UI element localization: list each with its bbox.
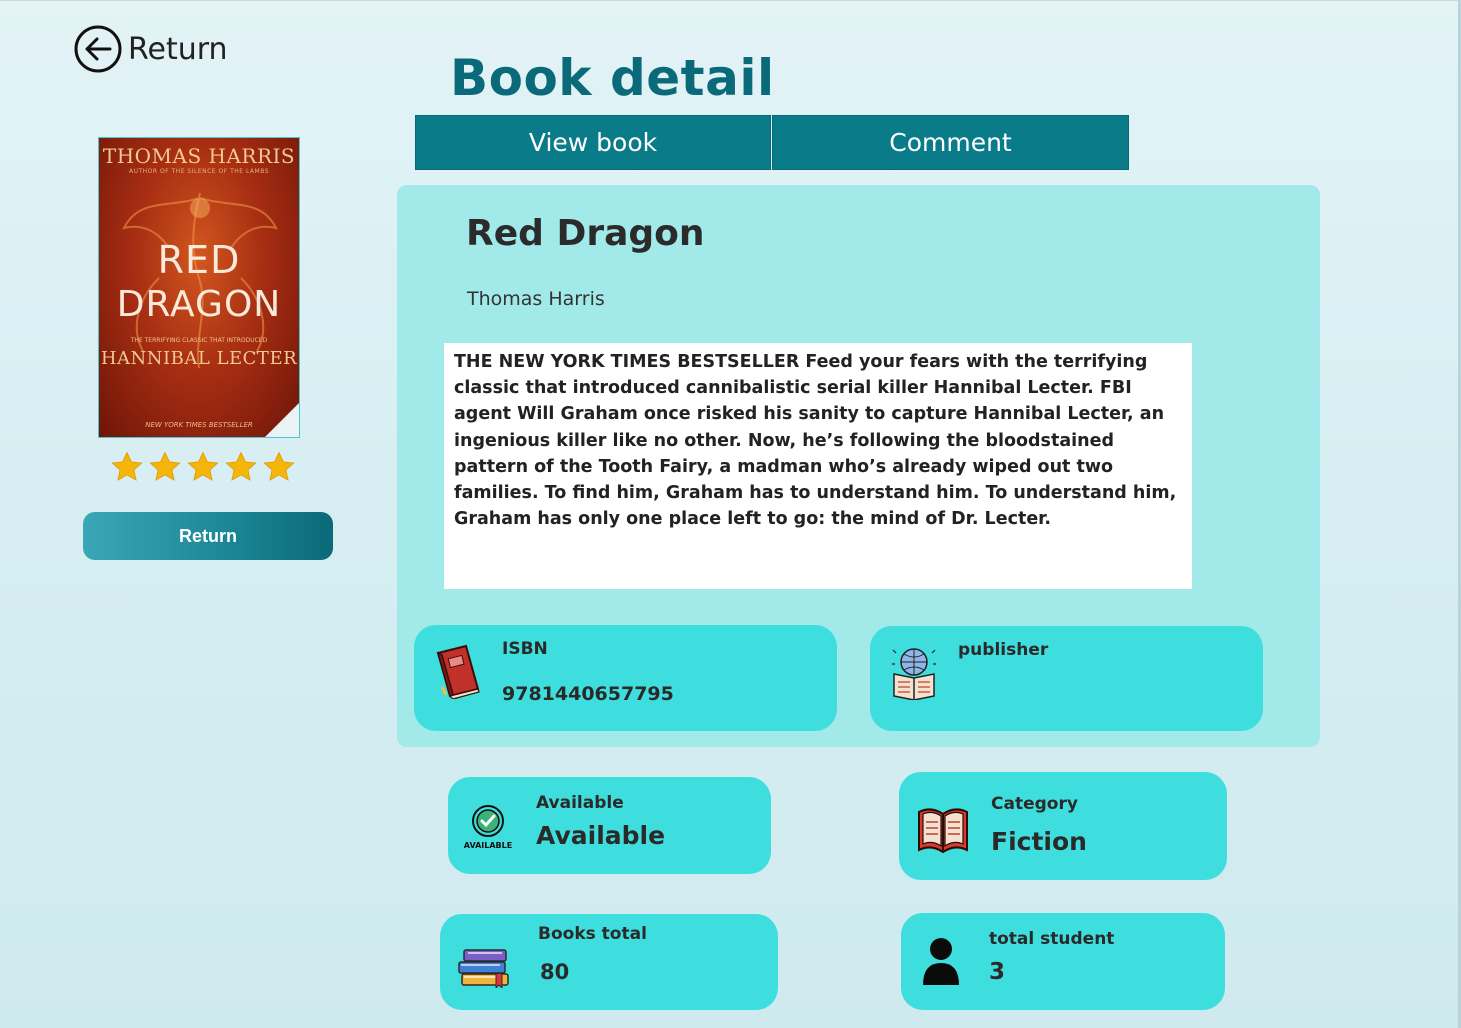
star-icon (111, 451, 143, 481)
svg-text:AVAILABLE: AVAILABLE (464, 841, 512, 850)
red-book-icon (436, 644, 480, 699)
star-rating (110, 450, 296, 484)
isbn-card: ISBN 9781440657795 (414, 625, 837, 731)
open-book-icon (918, 808, 968, 854)
tab-comment[interactable]: Comment (772, 115, 1129, 170)
availability-value: Available (536, 821, 666, 850)
cover-author: THOMAS HARRIS (102, 144, 296, 168)
book-cover-image: THOMAS HARRIS AUTHOR OF THE SILENCE OF T… (98, 137, 300, 438)
cover-subtitle: HANNIBAL LECTER (100, 348, 298, 369)
books-total-value: 80 (540, 960, 570, 984)
books-total-label: Books total (538, 924, 647, 944)
book-title: Red Dragon (466, 213, 705, 254)
cover-title-line1: RED (157, 238, 241, 282)
category-card: Category Fiction (899, 772, 1227, 880)
cover-tagline: AUTHOR OF THE SILENCE OF THE LAMBS (128, 168, 270, 175)
total-student-value: 3 (989, 959, 1006, 985)
book-stack-icon (458, 949, 509, 988)
star-icon (149, 451, 181, 481)
page-title: Book detail (450, 49, 775, 107)
total-student-label: total student (989, 929, 1115, 949)
book-author: Thomas Harris (467, 288, 605, 310)
person-icon (923, 938, 959, 985)
back-arrow-icon[interactable] (74, 25, 122, 73)
publisher-label: publisher (958, 640, 1049, 660)
back-label[interactable]: Return (128, 32, 228, 67)
star-icon (225, 451, 257, 481)
availability-label: Available (536, 793, 624, 813)
books-total-card: Books total 80 (440, 914, 778, 1010)
availability-card: AVAILABLE Available Available (448, 777, 771, 874)
publisher-card: publisher (870, 626, 1263, 731)
category-value: Fiction (991, 827, 1087, 856)
total-student-card: total student 3 (901, 913, 1225, 1010)
page-curl (265, 403, 299, 437)
cover-tagline2: THE TERRIFYING CLASSIC THAT INTRODUCED (130, 337, 268, 344)
book-description: THE NEW YORK TIMES BESTSELLER Feed your … (444, 343, 1192, 589)
tab-view-book[interactable]: View book (415, 115, 771, 170)
star-icon (187, 451, 219, 481)
return-button[interactable]: Return (83, 512, 333, 560)
cover-title-line2: DRAGON (116, 284, 282, 325)
category-label: Category (991, 794, 1078, 814)
available-badge-icon: AVAILABLE (464, 805, 512, 850)
star-icon (263, 451, 295, 481)
globe-book-icon (892, 648, 936, 700)
back-link[interactable]: Return (74, 25, 228, 73)
isbn-label: ISBN (502, 639, 548, 659)
isbn-value: 9781440657795 (502, 683, 674, 705)
